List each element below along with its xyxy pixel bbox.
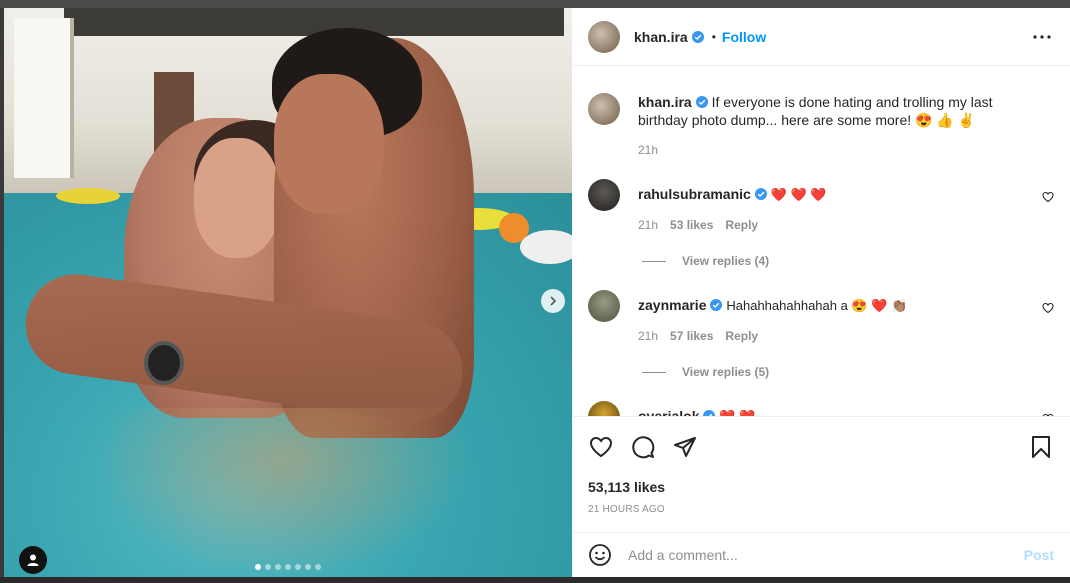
comment-likes[interactable]: 53 likes: [670, 218, 713, 232]
comment-text-line: zaynmarie Hahahhahahhahah a 😍 ❤️ 👏🏽: [638, 296, 1038, 315]
comment-avatar[interactable]: [588, 179, 620, 211]
heart-icon: [589, 436, 613, 458]
emoji-icon[interactable]: [588, 543, 612, 567]
comment-avatar[interactable]: [588, 290, 620, 322]
photo-window: [14, 18, 74, 178]
caption-meta: 21h: [638, 143, 1038, 157]
photo-person-man-face: [274, 74, 384, 214]
comment-item: rahulsubramanic ❤️ ❤️ ❤️ 21h 53 likes Re…: [588, 179, 1054, 232]
bookmark-icon: [1032, 436, 1050, 458]
post-photo: [4, 8, 572, 577]
caption-username[interactable]: khan.ira: [638, 94, 692, 110]
comment-likes[interactable]: 57 likes: [670, 329, 713, 343]
view-replies-line: [642, 371, 666, 373]
post-comment-button[interactable]: Post: [1024, 547, 1054, 563]
likes-count[interactable]: 53,113 likes: [588, 479, 1054, 495]
photo-watch: [144, 341, 184, 385]
follow-button[interactable]: Follow: [722, 29, 766, 45]
author-username[interactable]: khan.ira: [634, 29, 688, 45]
comment-like-heart-icon[interactable]: [1042, 302, 1054, 314]
slide-dot: [295, 564, 301, 570]
separator-bullet: •: [711, 29, 716, 44]
comment-username[interactable]: zaynmarie: [638, 297, 706, 313]
backdrop-bottom: [0, 577, 1070, 583]
comment-item: zaynmarie Hahahhahahhahah a 😍 ❤️ 👏🏽 21h …: [588, 290, 1054, 343]
comment-button[interactable]: [630, 434, 656, 460]
comment-username[interactable]: rahulsubramanic: [638, 186, 751, 202]
comment-text: ❤️ ❤️ ❤️: [770, 187, 827, 202]
pool-float: [520, 230, 572, 264]
post-time-ago: 21 HOURS AGO: [588, 504, 665, 515]
photo-person-woman-face: [194, 138, 280, 258]
comment-time: 21h: [638, 329, 659, 343]
pool-float: [56, 188, 120, 204]
post-header: khan.ira • Follow: [572, 8, 1070, 66]
like-button[interactable]: [588, 434, 614, 460]
post-details-panel: khan.ira • Follow khan.ira If everyone i: [572, 8, 1070, 577]
view-replies-label: View replies (5): [682, 365, 770, 379]
comment-icon: [632, 436, 655, 459]
author-info: khan.ira • Follow: [634, 29, 766, 45]
caption: khan.ira If everyone is done hating and …: [588, 93, 1054, 157]
comment-like-heart-icon[interactable]: [1042, 191, 1054, 203]
reply-button[interactable]: Reply: [725, 329, 758, 343]
author-avatar[interactable]: [588, 20, 620, 53]
action-icons: [588, 421, 1054, 473]
view-replies-label: View replies (4): [682, 254, 770, 268]
verified-badge-icon: [754, 188, 767, 200]
view-replies-button[interactable]: View replies (5): [642, 365, 1054, 379]
reply-button[interactable]: Reply: [725, 218, 758, 232]
comment-body: rahulsubramanic ❤️ ❤️ ❤️ 21h 53 likes Re…: [638, 185, 1038, 232]
more-options-button[interactable]: [1030, 25, 1054, 49]
chevron-right-icon: [550, 296, 557, 306]
photo-ceiling: [64, 8, 564, 36]
verified-badge-icon: [710, 299, 723, 311]
more-horizontal-icon: [1033, 34, 1051, 39]
verified-badge-icon: [695, 96, 708, 108]
comment-text-line: rahulsubramanic ❤️ ❤️ ❤️: [638, 185, 1038, 204]
comment-body: zaynmarie Hahahhahahhahah a 😍 ❤️ 👏🏽 21h …: [638, 296, 1038, 343]
slide-dot: [285, 564, 291, 570]
next-slide-button[interactable]: [541, 289, 565, 313]
share-icon: [674, 437, 696, 457]
photo-reflection: [94, 408, 474, 577]
comment-username[interactable]: overialok: [638, 408, 699, 416]
comment-text: ❤️ ❤️: [719, 409, 755, 416]
backdrop-top: [0, 0, 1070, 8]
comment-text-line: overialok ❤️ ❤️: [638, 407, 1038, 416]
comments-list[interactable]: khan.ira If everyone is done hating and …: [572, 67, 1070, 416]
comment-time: 21h: [638, 218, 659, 232]
comment-input[interactable]: [628, 547, 1024, 563]
share-button[interactable]: [672, 434, 698, 460]
comment-text: Hahahhahahhahah a 😍 ❤️ 👏🏽: [726, 298, 908, 313]
save-button[interactable]: [1028, 434, 1054, 460]
slide-dot: [315, 564, 321, 570]
caption-avatar[interactable]: [588, 93, 620, 125]
slide-dot: [305, 564, 311, 570]
comment-body: overialok ❤️ ❤️: [638, 407, 1038, 416]
comment-meta: 21h 53 likes Reply: [638, 218, 1038, 232]
caption-time: 21h: [638, 143, 659, 157]
slide-indicator: [4, 564, 572, 570]
add-comment-bar: Post: [572, 532, 1070, 577]
comment-avatar[interactable]: [588, 401, 620, 416]
caption-text-line: khan.ira If everyone is done hating and …: [638, 93, 1038, 129]
view-replies-button[interactable]: View replies (4): [642, 254, 1054, 268]
view-replies-line: [642, 260, 666, 262]
slide-dot: [265, 564, 271, 570]
caption-body: khan.ira If everyone is done hating and …: [638, 93, 1038, 157]
slide-dot: [255, 564, 261, 570]
slide-dot: [275, 564, 281, 570]
verified-badge-icon: [691, 30, 704, 43]
comment-meta: 21h 57 likes Reply: [638, 329, 1038, 343]
comment-item: overialok ❤️ ❤️: [588, 401, 1054, 416]
